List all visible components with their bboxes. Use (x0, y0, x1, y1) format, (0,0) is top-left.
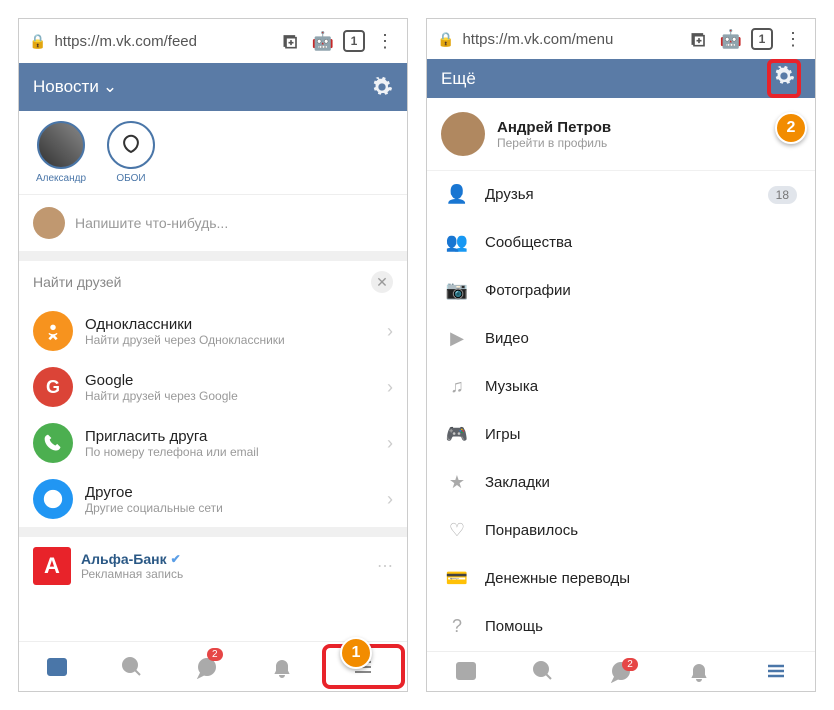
menu-payments[interactable]: 💳Денежные переводы (427, 555, 815, 603)
url-text: https://m.vk.com/menu (462, 31, 679, 48)
add-tab-icon[interactable] (687, 27, 711, 51)
verified-icon: ✔ (171, 552, 181, 566)
browser-bar: 🔒 https://m.vk.com/feed 🤖 1 ⋮ (19, 19, 407, 63)
camera-icon: 📷 (445, 279, 469, 303)
menu-bookmarks[interactable]: ★Закладки (427, 459, 815, 507)
gear-icon[interactable] (773, 65, 795, 87)
menu-games[interactable]: 🎮Игры (427, 411, 815, 459)
stories-row: Александр ОБОИ (19, 111, 407, 195)
friend-source-item[interactable]: ДругоеДругие социальные сети › (19, 471, 407, 527)
more-icon[interactable]: ⋮ (781, 27, 805, 51)
nav-search[interactable] (94, 642, 169, 691)
chevron-right-icon: › (387, 433, 393, 454)
bottom-nav: 2 (427, 651, 815, 691)
help-icon: ? (445, 615, 469, 639)
chevron-right-icon: › (387, 489, 393, 510)
menu-music[interactable]: ♫Музыка (427, 363, 815, 411)
user-avatar (33, 207, 65, 239)
close-icon[interactable]: ✕ (371, 271, 393, 293)
communities-icon: 👥 (445, 231, 469, 255)
profile-avatar (441, 112, 485, 156)
friend-source-item[interactable]: ОдноклассникиНайти друзей через Одноклас… (19, 303, 407, 359)
post-item[interactable]: A Альфа-Банк✔ Рекламная запись ⋯ (19, 537, 407, 595)
heart-icon: ♡ (445, 519, 469, 543)
tab-count[interactable]: 1 (343, 30, 365, 52)
nav-messages[interactable]: 2 (169, 642, 244, 691)
nav-feed[interactable] (19, 642, 94, 691)
menu-friends[interactable]: 👤Друзья18 (427, 171, 815, 219)
google-icon: G (33, 367, 73, 407)
app-header: Новости⌄ (19, 63, 407, 111)
nav-messages[interactable]: 2 (582, 652, 660, 691)
menu-communities[interactable]: 👥Сообщества (427, 219, 815, 267)
browser-bar: 🔒 https://m.vk.com/menu 🤖 1 ⋮ (427, 19, 815, 59)
friend-source-item[interactable]: G GoogleНайти друзей через Google › (19, 359, 407, 415)
lock-icon: 🔒 (29, 33, 46, 50)
chevron-right-icon: › (387, 377, 393, 398)
menu-likes[interactable]: ♡Понравилось (427, 507, 815, 555)
friends-icon: 👤 (445, 183, 469, 207)
story-item[interactable]: ОБОИ (103, 121, 159, 184)
phone-icon (33, 423, 73, 463)
add-tab-icon[interactable] (279, 29, 303, 53)
globe-icon (33, 479, 73, 519)
app-header: Ещё (427, 59, 815, 98)
nav-menu[interactable] (737, 652, 815, 691)
music-icon: ♫ (445, 375, 469, 399)
post-more-icon[interactable]: ⋯ (377, 556, 393, 576)
gear-icon[interactable] (371, 76, 393, 98)
header-title[interactable]: Новости⌄ (33, 77, 371, 97)
ok-icon (33, 311, 73, 351)
section-header: Найти друзей ✕ (19, 261, 407, 303)
incognito-icon[interactable]: 🤖 (719, 27, 743, 51)
incognito-icon[interactable]: 🤖 (311, 29, 335, 53)
friend-source-item[interactable]: Пригласить другаПо номеру телефона или e… (19, 415, 407, 471)
phone-left: 🔒 https://m.vk.com/feed 🤖 1 ⋮ Новости⌄ А… (18, 18, 408, 692)
composer[interactable]: Напишите что-нибудь... (19, 195, 407, 251)
url-text: https://m.vk.com/feed (54, 33, 271, 50)
callout-1: 1 (340, 637, 372, 669)
phone-right: 🔒 https://m.vk.com/menu 🤖 1 ⋮ Ещё Андрей… (426, 18, 816, 692)
star-icon: ★ (445, 471, 469, 495)
chevron-down-icon: ⌄ (103, 77, 117, 97)
nav-notifications[interactable] (245, 642, 320, 691)
tab-count[interactable]: 1 (751, 28, 773, 50)
more-icon[interactable]: ⋮ (373, 29, 397, 53)
card-icon: 💳 (445, 567, 469, 591)
callout-2: 2 (775, 112, 807, 144)
lock-icon: 🔒 (437, 31, 454, 48)
profile-row[interactable]: Андрей ПетровПерейти в профиль › (427, 98, 815, 170)
video-icon: ▶ (445, 327, 469, 351)
story-item[interactable]: Александр (33, 121, 89, 184)
games-icon: 🎮 (445, 423, 469, 447)
menu-photos[interactable]: 📷Фотографии (427, 267, 815, 315)
menu-video[interactable]: ▶Видео (427, 315, 815, 363)
chevron-right-icon: › (387, 321, 393, 342)
post-avatar: A (33, 547, 71, 585)
composer-placeholder: Напишите что-нибудь... (75, 215, 228, 231)
nav-feed[interactable] (427, 652, 505, 691)
header-title: Ещё (441, 69, 767, 89)
nav-notifications[interactable] (660, 652, 738, 691)
menu-help[interactable]: ?Помощь (427, 603, 815, 651)
nav-search[interactable] (505, 652, 583, 691)
